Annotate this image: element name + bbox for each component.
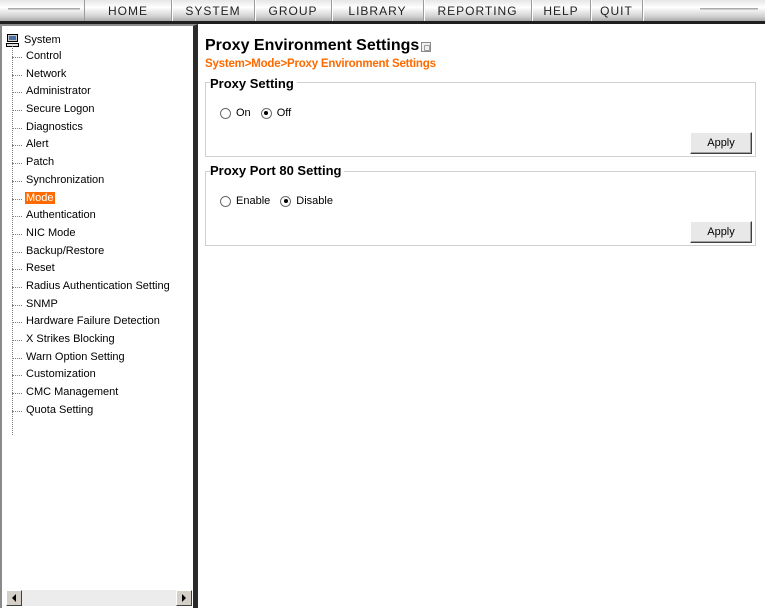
top-navigation-bar: HOME SYSTEM GROUP LIBRARY REPORTING HELP… [0,0,765,24]
topbar-decoration-right [700,8,758,11]
proxy-setting-apply-button[interactable]: Apply [690,132,752,154]
sidebar-item-quota-setting[interactable]: Quota Setting [12,402,171,420]
proxy-port-80-panel: Proxy Port 80 Setting Enable Disable App… [205,163,756,246]
tree-list: Control Network Administrator Secure Log… [12,48,171,419]
topbar-decoration-left [8,8,80,11]
menu-home[interactable]: HOME [84,0,172,21]
help-icon[interactable] [421,42,432,52]
computer-icon [6,33,20,47]
sidebar-item-secure-logon[interactable]: Secure Logon [12,101,171,119]
sidebar-item-backup-restore[interactable]: Backup/Restore [12,243,171,261]
port80-enable-radio[interactable] [220,195,231,207]
sidebar-item-warn-option-setting[interactable]: Warn Option Setting [12,349,171,367]
tree-root-label: System [24,34,61,46]
sidebar-item-network[interactable]: Network [12,66,171,84]
menu-library[interactable]: LIBRARY [332,0,424,21]
sidebar-item-alert[interactable]: Alert [12,136,171,154]
sidebar-item-cmc-management[interactable]: CMC Management [12,384,171,402]
port80-enable-option[interactable]: Enable [220,195,270,207]
horizontal-scrollbar[interactable] [6,590,192,606]
sidebar-item-synchronization[interactable]: Synchronization [12,172,171,190]
port80-disable-radio[interactable] [280,195,292,207]
sidebar-item-authentication[interactable]: Authentication [12,207,171,225]
proxy-on-radio[interactable] [220,107,231,119]
sidebar-item-snmp[interactable]: SNMP [12,296,171,314]
sidebar-item-mode[interactable]: Mode [12,190,171,208]
proxy-on-label: On [236,107,251,119]
sidebar-item-diagnostics[interactable]: Diagnostics [12,119,171,137]
main-menu: HOME SYSTEM GROUP LIBRARY REPORTING HELP… [84,0,643,21]
menu-help[interactable]: HELP [532,0,591,21]
sidebar-item-administrator[interactable]: Administrator [12,83,171,101]
proxy-port-80-title: Proxy Port 80 Setting [210,163,345,178]
proxy-on-option[interactable]: On [220,107,251,119]
port80-disable-option[interactable]: Disable [280,195,333,207]
sidebar-item-reset[interactable]: Reset [12,260,171,278]
proxy-off-label: Off [276,107,292,119]
scroll-left-button[interactable] [6,590,22,606]
proxy-port-80-radio-group: Enable Disable [220,195,343,207]
page-title: Proxy Environment Settings [205,37,432,55]
scroll-left-icon [12,594,16,602]
menu-group[interactable]: GROUP [255,0,332,21]
proxy-off-radio[interactable] [260,107,272,119]
sidebar-item-customization[interactable]: Customization [12,366,171,384]
sidebar-item-control[interactable]: Control [12,48,171,66]
sidebar-item-patch[interactable]: Patch [12,154,171,172]
tree-root-system[interactable]: System [6,32,61,48]
sidebar-item-hardware-failure-detection[interactable]: Hardware Failure Detection [12,313,171,331]
proxy-port-80-apply-button[interactable]: Apply [690,221,752,243]
menu-reporting[interactable]: REPORTING [424,0,532,21]
scroll-right-button[interactable] [176,590,192,606]
scroll-right-icon [182,594,186,602]
page-title-text: Proxy Environment Settings [205,37,420,54]
port80-enable-label: Enable [236,195,271,207]
port80-disable-label: Disable [296,195,333,207]
menu-system[interactable]: SYSTEM [172,0,255,21]
proxy-setting-panel: Proxy Setting On Off Apply [205,76,756,157]
proxy-setting-title: Proxy Setting [210,76,297,91]
sidebar-item-x-strikes-blocking[interactable]: X Strikes Blocking [12,331,171,349]
sidebar-item-nic-mode[interactable]: NIC Mode [12,225,171,243]
breadcrumb: System>Mode>Proxy Environment Settings [205,58,436,70]
sidebar-item-radius-authentication[interactable]: Radius Authentication Setting [12,278,171,296]
proxy-setting-radio-group: On Off [220,107,301,119]
proxy-off-option[interactable]: Off [260,107,292,119]
sidebar-tree: System Control Network Administrator Sec… [0,24,198,608]
menu-quit[interactable]: QUIT [591,0,643,21]
